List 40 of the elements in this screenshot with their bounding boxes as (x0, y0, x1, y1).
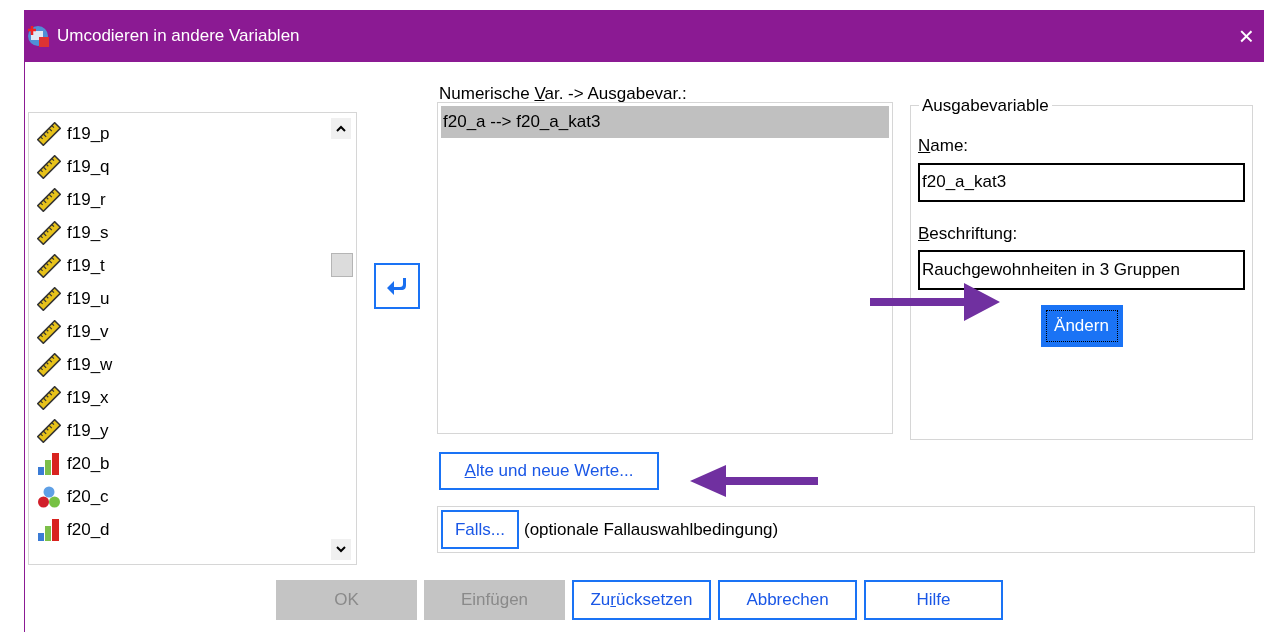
caret-up-icon (336, 125, 346, 132)
dialog-button[interactable]: Abbrechen (718, 580, 857, 620)
caret-down-icon (336, 546, 346, 553)
label-label: Beschriftung: (918, 222, 1019, 245)
bar-chart-icon (37, 517, 61, 542)
variable-name[interactable]: f19_x (67, 384, 109, 411)
circles-icon (37, 484, 61, 509)
variable-name[interactable]: f20_c (67, 483, 109, 510)
label-field[interactable]: Rauchgewohnheiten in 3 Gruppen (918, 250, 1245, 290)
name-label: Name: (918, 135, 970, 157)
variable-name[interactable]: f19_t (67, 252, 105, 279)
variable-name[interactable]: f19_y (67, 417, 109, 444)
variable-name[interactable]: f19_s (67, 219, 109, 246)
name-field[interactable]: f20_a_kat3 (918, 162, 1245, 202)
variable-name[interactable]: f19_q (67, 153, 110, 180)
move-back-button[interactable] (374, 263, 420, 309)
variable-name[interactable]: f19_u (67, 285, 110, 312)
variable-name[interactable]: f19_p (67, 120, 110, 147)
condition-text: (optionale Fallauswahlbedingung) (524, 518, 779, 541)
change-button[interactable]: Ändern (1040, 305, 1123, 347)
if-button[interactable]: Falls... (441, 510, 519, 549)
variable-name[interactable]: f19_w (67, 351, 113, 378)
scroll-thumb[interactable] (331, 253, 353, 277)
window-title: Umcodieren in andere Variablen (57, 25, 301, 48)
scroll-down-button[interactable] (331, 539, 351, 560)
close-button[interactable]: × (1234, 23, 1258, 49)
variable-name[interactable]: f20_b (67, 450, 110, 477)
app-icon (27, 24, 51, 48)
variable-name[interactable]: f20_d (67, 516, 110, 543)
bar-chart-icon (37, 451, 61, 476)
return-arrow-icon (386, 277, 408, 295)
mapping-label: Numerische Var. -> Ausgabevar.: (439, 86, 688, 102)
variable-name[interactable]: f19_v (67, 318, 109, 345)
group-legend: Ausgabevariable (919, 96, 1052, 116)
dialog-button[interactable]: Zurücksetzen (572, 580, 711, 620)
mapping-item[interactable]: f20_a --> f20_a_kat3 (441, 106, 889, 138)
old-and-new-values-button[interactable]: Alte und neue Werte... (439, 452, 659, 490)
variable-name[interactable]: f19_r (67, 186, 106, 213)
scroll-up-button[interactable] (331, 118, 351, 139)
dialog-button[interactable]: Hilfe (864, 580, 1003, 620)
